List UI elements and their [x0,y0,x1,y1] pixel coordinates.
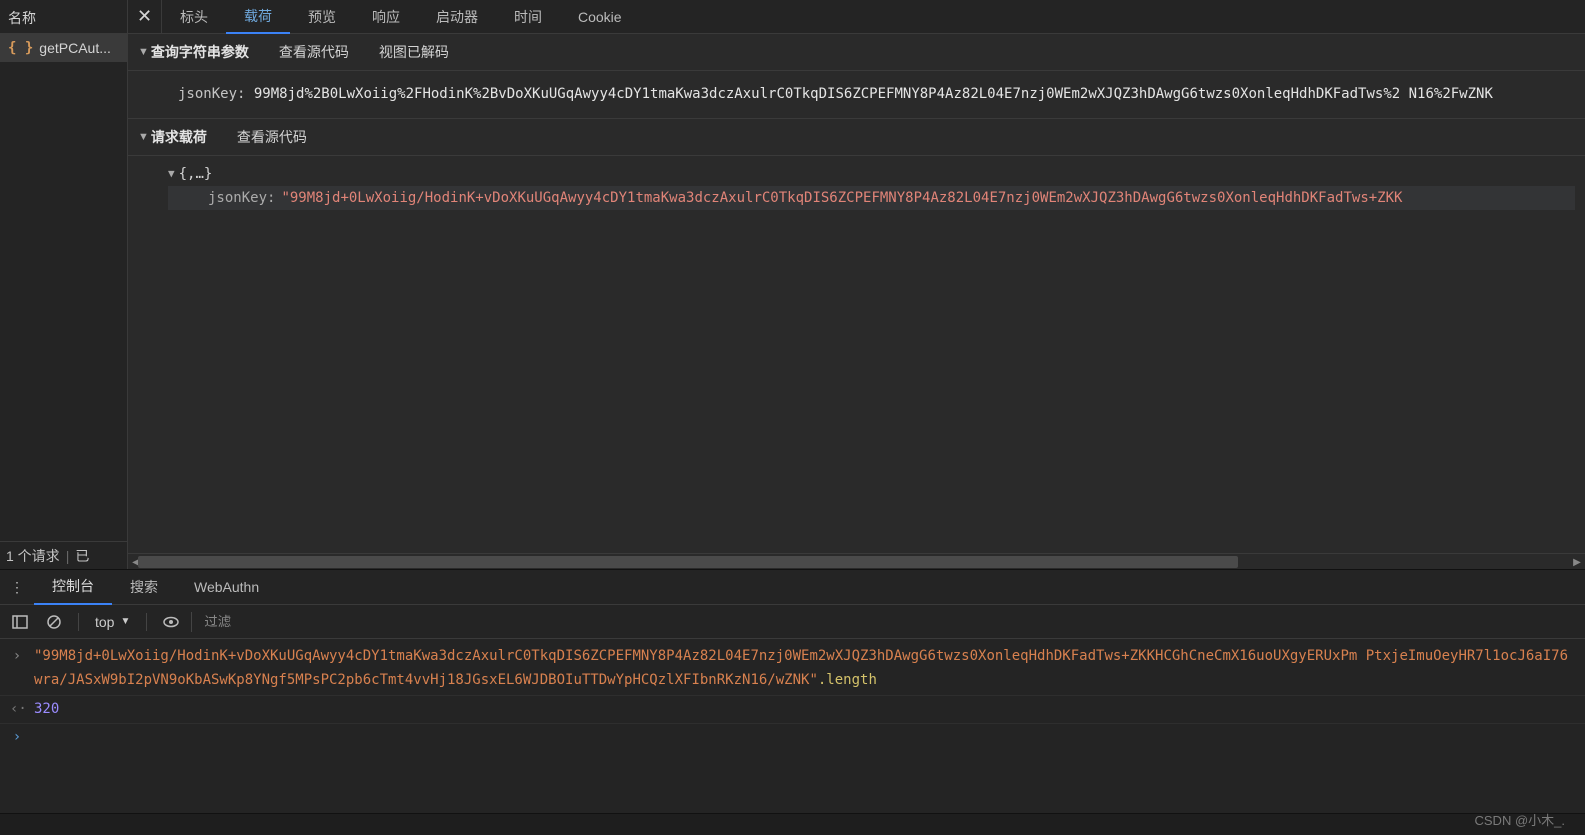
sidebar-footer: 1 个请求 | 已 [0,541,127,569]
console-filter-input[interactable] [198,610,498,634]
query-key: jsonKey: [178,86,245,102]
toolbar-divider [146,613,147,631]
chevron-down-icon: ▼ [138,131,149,143]
input-indicator-icon: › [10,645,24,693]
output-indicator-icon: ‹· [10,698,24,722]
scrollbar-thumb[interactable] [138,556,1238,568]
watermark: CSDN @小木_. [1475,810,1566,829]
horizontal-scrollbar[interactable]: ◀ ▶ [128,553,1585,569]
view-source-link[interactable]: 查看源代码 [279,42,349,62]
drawer-tab-webauthn[interactable]: WebAuthn [176,569,277,605]
console-toolbar: top ▼ [0,605,1585,639]
tab-headers[interactable]: 标头 [162,0,226,34]
console-input-row[interactable]: › "99M8jd+0LwXoiig/HodinK+vDoXKuUGqAwyy4… [0,643,1585,696]
drawer-tabs: ⋮ 控制台 搜索 WebAuthn [0,569,1585,605]
chevron-down-icon: ▼ [120,616,130,627]
context-selector[interactable]: top ▼ [89,614,136,630]
footer-divider: | [66,548,70,564]
tree-key: jsonKey: [208,190,275,206]
console-number-literal: 320 [34,701,59,717]
tab-response[interactable]: 响应 [354,0,418,34]
tree-child-node[interactable]: jsonKey: "99M8jd+0LwXoiig/HodinK+vDoXKuU… [168,186,1575,210]
request-item-label: getPCAut... [39,40,111,56]
prompt-indicator-icon: › [10,726,24,750]
drawer-menu-button[interactable]: ⋮ [0,579,34,596]
status-bar [0,813,1585,835]
tab-preview[interactable]: 预览 [290,0,354,34]
toolbar-divider [191,612,192,632]
request-count: 1 个请求 [6,546,60,566]
eye-icon [162,613,180,631]
payload-content: ▼ 查询字符串参数 查看源代码 视图已解码 jsonKey: 99M8jd%2B… [128,34,1585,553]
close-details-button[interactable]: ✕ [128,0,162,34]
tree-root-label: {,…} [179,166,213,182]
tab-cookies[interactable]: Cookie [560,0,640,34]
tree-value: "99M8jd+0LwXoiig/HodinK+vDoXKuUGqAwyy4cD… [281,190,1402,206]
view-source-link[interactable]: 查看源代码 [237,127,307,147]
scroll-right-icon[interactable]: ▶ [1569,554,1585,569]
sidebar-header: 名称 [0,0,127,34]
chevron-down-icon: ▼ [138,46,149,58]
console-body: › "99M8jd+0LwXoiig/HodinK+vDoXKuUGqAwyy4… [0,639,1585,813]
console-input-content: "99M8jd+0LwXoiig/HodinK+vDoXKuUGqAwyy4cD… [34,645,1575,693]
view-decoded-link[interactable]: 视图已解码 [379,42,449,62]
request-list-sidebar: 名称 { } getPCAut... 1 个请求 | 已 [0,0,128,569]
toggle-sidebar-button[interactable] [6,608,34,636]
console-prompt[interactable] [34,726,1575,750]
context-label: top [95,614,114,630]
tree-root-node[interactable]: ▼ {,…} [168,162,1575,186]
request-item[interactable]: { } getPCAut... [0,34,127,62]
toolbar-divider [78,613,79,631]
live-expression-button[interactable] [157,608,185,636]
clear-console-button[interactable] [40,608,68,636]
query-string-section-header: ▼ 查询字符串参数 查看源代码 视图已解码 [128,34,1585,71]
request-payload-section-header: ▼ 请求载荷 查看源代码 [128,119,1585,156]
no-entry-icon [46,614,62,630]
chevron-down-icon: ▼ [168,167,175,180]
json-braces-icon: { } [8,40,33,56]
drawer-tab-console[interactable]: 控制台 [34,569,112,605]
tab-payload[interactable]: 载荷 [226,0,290,34]
request-payload-title[interactable]: ▼ 请求载荷 [138,127,207,147]
console-output-content: 320 [34,698,1575,722]
tab-timing[interactable]: 时间 [496,0,560,34]
console-string-literal: "99M8jd+0LwXoiig/HodinK+vDoXKuUGqAwyy4cD… [34,648,1568,688]
transfer-status: 已 [75,546,89,566]
details-panel: ✕ 标头 载荷 预览 响应 启动器 时间 Cookie ▼ 查询字符串参数 查看… [128,0,1585,569]
console-output-row[interactable]: ‹· 320 [0,696,1585,725]
tab-initiator[interactable]: 启动器 [418,0,496,34]
query-string-title[interactable]: ▼ 查询字符串参数 [138,42,249,62]
panel-icon [12,614,28,630]
query-string-kv: jsonKey: 99M8jd%2B0LwXoiig%2FHodinK%2BvD… [128,71,1585,119]
console-property: .length [818,672,877,688]
console-prompt-row[interactable]: › [0,724,1585,752]
details-tabs: ✕ 标头 载荷 预览 响应 启动器 时间 Cookie [128,0,1585,34]
payload-tree: ▼ {,…} jsonKey: "99M8jd+0LwXoiig/HodinK+… [128,156,1585,216]
query-value: 99M8jd%2B0LwXoiig%2FHodinK%2BvDoXKuUGqAw… [254,86,1493,102]
drawer-tab-search[interactable]: 搜索 [112,569,176,605]
